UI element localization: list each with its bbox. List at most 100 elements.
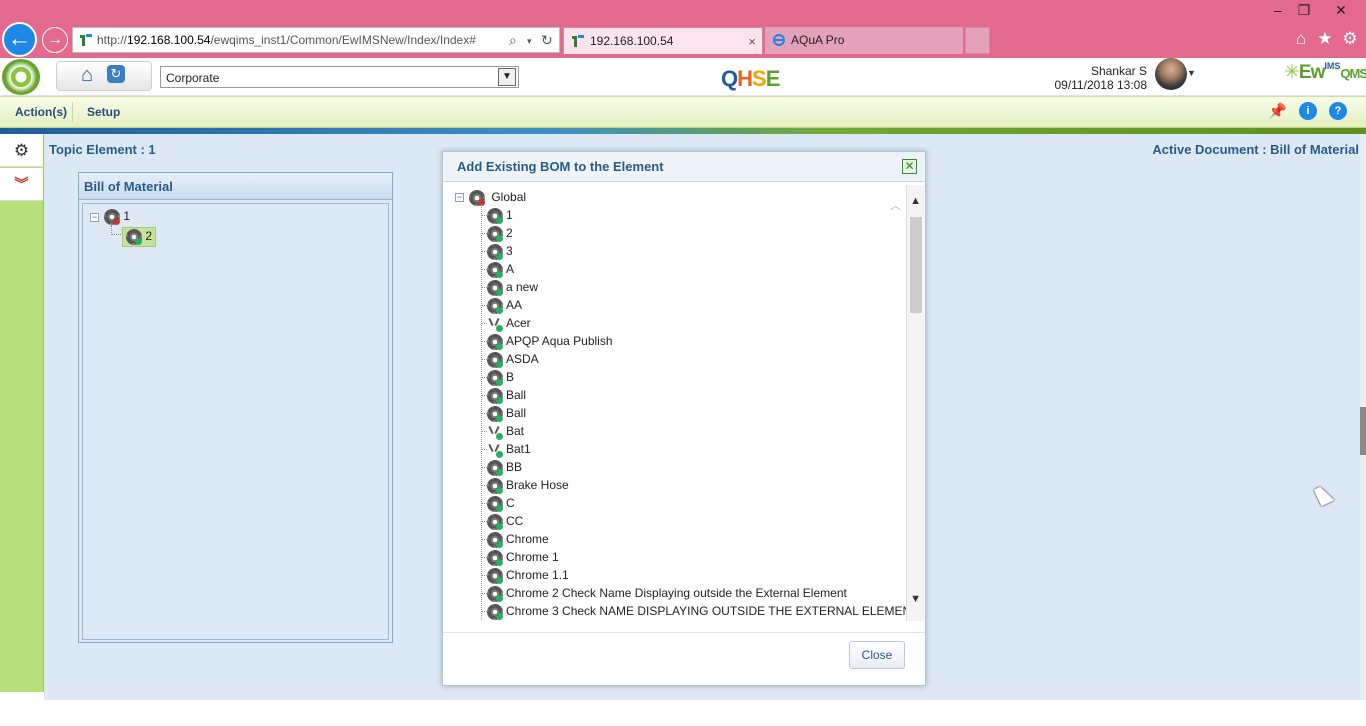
tree-node[interactable]: Chrome 1 [481,548,559,566]
tree-node[interactable]: Chrome 3 Check NAME DISPLAYING OUTSIDE T… [481,602,919,620]
scroll-down-icon[interactable]: ▼ [910,593,921,605]
menu-setup[interactable]: Setup [87,96,120,128]
menubar [0,96,1366,128]
dialog-title: Add Existing BOM to the Element [443,152,925,182]
scroll-thumb[interactable] [910,217,922,313]
menu-actions[interactable]: Action(s) [15,96,67,128]
bom-tree: − Global 1 2 3 Aa new AA Acer APQP Aqua Publis… [446,185,924,621]
favorites-star-icon[interactable]: ★ [1315,29,1335,49]
close-icon[interactable]: ✕ [902,159,917,174]
tree-node[interactable]: 2 [481,224,513,242]
app-logo-icon[interactable] [2,59,40,95]
tab-label: AQuA Pro [791,33,845,47]
help-icon[interactable]: ? [1329,102,1347,120]
settings-gear-icon[interactable]: ⚙ [0,134,43,167]
new-tab-button[interactable] [965,27,990,54]
tree-node[interactable]: Chrome 2 Check Name Displaying outside t… [481,584,847,602]
tree-root-global[interactable]: Global [469,188,526,206]
address-bar[interactable]: http://192.168.100.54/ewqims_inst1/Commo… [72,27,560,53]
tree-node[interactable]: Bat1 [481,440,531,458]
refresh-icon[interactable]: ↻ [107,65,125,83]
page-scrollbar[interactable] [1360,134,1366,704]
tree-node[interactable]: Ball [481,386,527,404]
tree-node-label: 2 [145,229,153,244]
restore-button[interactable]: ❐ [1289,0,1319,20]
tab-aqua-pro[interactable]: AQuA Pro [765,27,963,54]
close-tab-icon[interactable]: × [748,28,756,55]
forward-button[interactable]: → [42,27,68,53]
tree-node-label: Bat [506,424,525,438]
chevron-down-icon[interactable]: ▾ [527,36,532,47]
avatar[interactable] [1155,58,1187,90]
qhse-logo: QHSE [721,66,780,91]
gear-icon [469,189,485,206]
tree-node[interactable]: Ball [481,404,526,422]
gear-icon [487,261,503,278]
collapse-icon[interactable]: − [90,213,99,222]
tree-node[interactable]: AA [481,296,523,314]
gear-icon [487,567,503,584]
tree-node[interactable]: 3 [481,242,513,260]
tree-node[interactable]: APQP Aqua Publish [481,332,613,350]
organization-value: Corporate [166,71,220,85]
tree-node-selected[interactable]: 2 [122,227,157,247]
chevron-up-icon[interactable]: ︿ [890,197,901,213]
close-window-button[interactable]: ✕ [1326,0,1356,20]
tree-node[interactable]: BB [481,458,522,476]
tree-node[interactable]: Acer [481,314,531,332]
tab-192-168-100-54[interactable]: 192.168.100.54 × [563,27,763,54]
tree-node-label: Chrome [506,532,549,546]
chevron-down-icon[interactable]: ▼ [1187,68,1196,78]
close-button[interactable]: Close [849,641,905,669]
gear-icon [487,243,503,260]
tree-node[interactable]: a new [481,278,538,296]
tree-node-label: 1 [123,209,131,224]
tree-node[interactable]: B [481,368,514,386]
organization-select[interactable]: Corporate ▼ [160,66,519,88]
gear-icon [487,225,503,242]
scroll-up-icon[interactable]: ▲ [910,195,921,207]
tree-node[interactable]: C [481,494,515,512]
tree-node[interactable]: CC [481,512,523,530]
bom-tree: − 1 2 [82,203,389,640]
tree-node[interactable]: 1 [481,206,513,224]
gear-icon [487,513,503,530]
tree-node[interactable]: 1 [104,209,130,225]
collapse-icon[interactable]: − [455,193,464,202]
bom-panel: Bill of Material − 1 2 [78,172,393,643]
tree-node[interactable]: Brake Hose [481,476,569,494]
tree-node-label: 1 [506,208,513,222]
double-chevron-down-icon[interactable]: ︾ [0,168,43,201]
gear-icon [487,405,503,422]
info-icon[interactable]: i [1299,102,1317,120]
pin-icon[interactable]: 📌 [1268,102,1287,120]
ie-icon [773,34,785,46]
active-document-title: Active Document : Bill of Material [1152,142,1359,157]
home-icon[interactable]: ⌂ [1291,29,1311,49]
tree-node-label: AA [506,298,523,312]
back-button[interactable]: ← [2,22,37,57]
tree-node[interactable]: Bat [481,422,525,440]
gear-icon [487,531,503,548]
gear-icon [487,459,503,476]
nav-button-group [56,61,152,91]
topic-element-title: Topic Element : 1 [49,142,156,157]
chevron-down-icon[interactable]: ▼ [498,68,516,86]
site-favicon-icon [80,34,92,46]
tree-node-label: Ball [506,388,527,402]
home-icon[interactable]: ⌂ [76,64,98,86]
tree-node[interactable]: ASDA [481,350,539,368]
tree-node-label: 3 [506,244,513,258]
tree-node[interactable]: Chrome 1.1 [481,566,569,584]
settings-gear-icon[interactable]: ⚙ [1340,29,1360,49]
tree-node[interactable]: A [481,260,514,278]
add-bom-dialog: Add Existing BOM to the Element ✕ − Glob… [442,151,926,686]
tree-node-label: Chrome 2 Check Name Displaying outside t… [506,586,847,600]
refresh-icon[interactable]: ↻ [541,32,553,49]
search-icon[interactable]: ⌕ [509,32,517,49]
ewqims-logo: ✳EwIMSQMS [1284,61,1366,83]
tree-node-label: Acer [506,316,531,330]
user-name: Shankar S [1090,64,1147,78]
tree-scrollbar[interactable]: ▲ ▼ [906,185,924,621]
tree-node[interactable]: Chrome [481,530,549,548]
